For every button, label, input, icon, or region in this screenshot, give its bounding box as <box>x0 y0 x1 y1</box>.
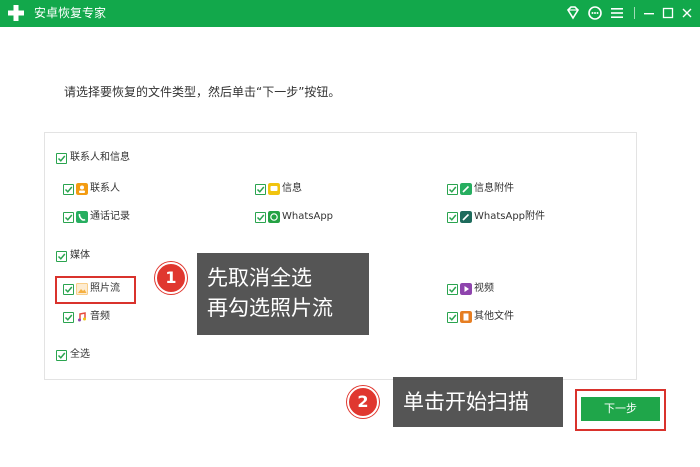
whatsapp-attachment-icon <box>460 211 472 223</box>
step-2-text: 单击开始扫描 <box>403 390 529 414</box>
video-label: 视频 <box>474 283 494 294</box>
step-2-callout: 单击开始扫描 <box>393 377 563 427</box>
other-files-label: 其他文件 <box>474 311 514 322</box>
titlebar-divider <box>634 7 635 19</box>
step-1-line-1: 先取消全选 <box>207 266 312 290</box>
contacts-group-label: 联系人和信息 <box>70 152 130 163</box>
menu-icon[interactable] <box>609 5 625 21</box>
whatsapp-checkbox[interactable] <box>255 212 266 223</box>
step-1-badge: 1 <box>155 262 187 294</box>
whatsapp-icon <box>268 211 280 223</box>
select-all-label: 全选 <box>70 349 90 360</box>
step-2-badge: 2 <box>347 386 379 418</box>
attachment-icon <box>460 183 472 195</box>
contact-checkbox[interactable] <box>63 184 74 195</box>
close-icon[interactable] <box>679 5 695 21</box>
audio-checkbox[interactable] <box>63 312 74 323</box>
contacts-group-checkbox[interactable] <box>56 153 67 164</box>
photo-stream-highlight <box>55 276 136 304</box>
diamond-icon[interactable] <box>565 5 581 21</box>
phone-icon <box>76 211 88 223</box>
media-group-label: 媒体 <box>70 250 90 261</box>
other-files-checkbox[interactable] <box>447 312 458 323</box>
audio-icon <box>76 311 88 323</box>
maximize-icon[interactable] <box>660 5 676 21</box>
whatsapp-label: WhatsApp <box>282 211 334 222</box>
media-group-checkbox[interactable] <box>56 251 67 262</box>
select-all-checkbox[interactable] <box>56 350 67 361</box>
step-1-callout: 先取消全选 再勾选照片流 <box>197 253 369 335</box>
next-button[interactable]: 下一步 <box>581 397 660 421</box>
video-icon <box>460 283 472 295</box>
feedback-icon[interactable] <box>587 5 603 21</box>
app-logo-icon <box>8 5 24 21</box>
video-checkbox[interactable] <box>447 284 458 295</box>
call-log-checkbox[interactable] <box>63 212 74 223</box>
attachment-label: 信息附件 <box>474 183 514 194</box>
audio-label: 音频 <box>90 311 110 322</box>
message-label: 信息 <box>282 183 302 194</box>
title-bar: 安卓恢复专家 <box>0 0 700 27</box>
call-log-label: 通话记录 <box>90 211 130 222</box>
whatsapp-attachment-label: WhatsApp附件 <box>474 211 546 222</box>
attachment-checkbox[interactable] <box>447 184 458 195</box>
minimize-icon[interactable] <box>641 5 657 21</box>
contact-icon <box>76 183 88 195</box>
window-title: 安卓恢复专家 <box>34 6 107 20</box>
message-icon <box>268 183 280 195</box>
instruction-text: 请选择要恢复的文件类型，然后单击“下一步”按钮。 <box>64 85 341 99</box>
message-checkbox[interactable] <box>255 184 266 195</box>
step-1-line-2: 再勾选照片流 <box>207 296 333 320</box>
whatsapp-attachment-checkbox[interactable] <box>447 212 458 223</box>
contact-label: 联系人 <box>90 183 120 194</box>
file-icon <box>460 311 472 323</box>
